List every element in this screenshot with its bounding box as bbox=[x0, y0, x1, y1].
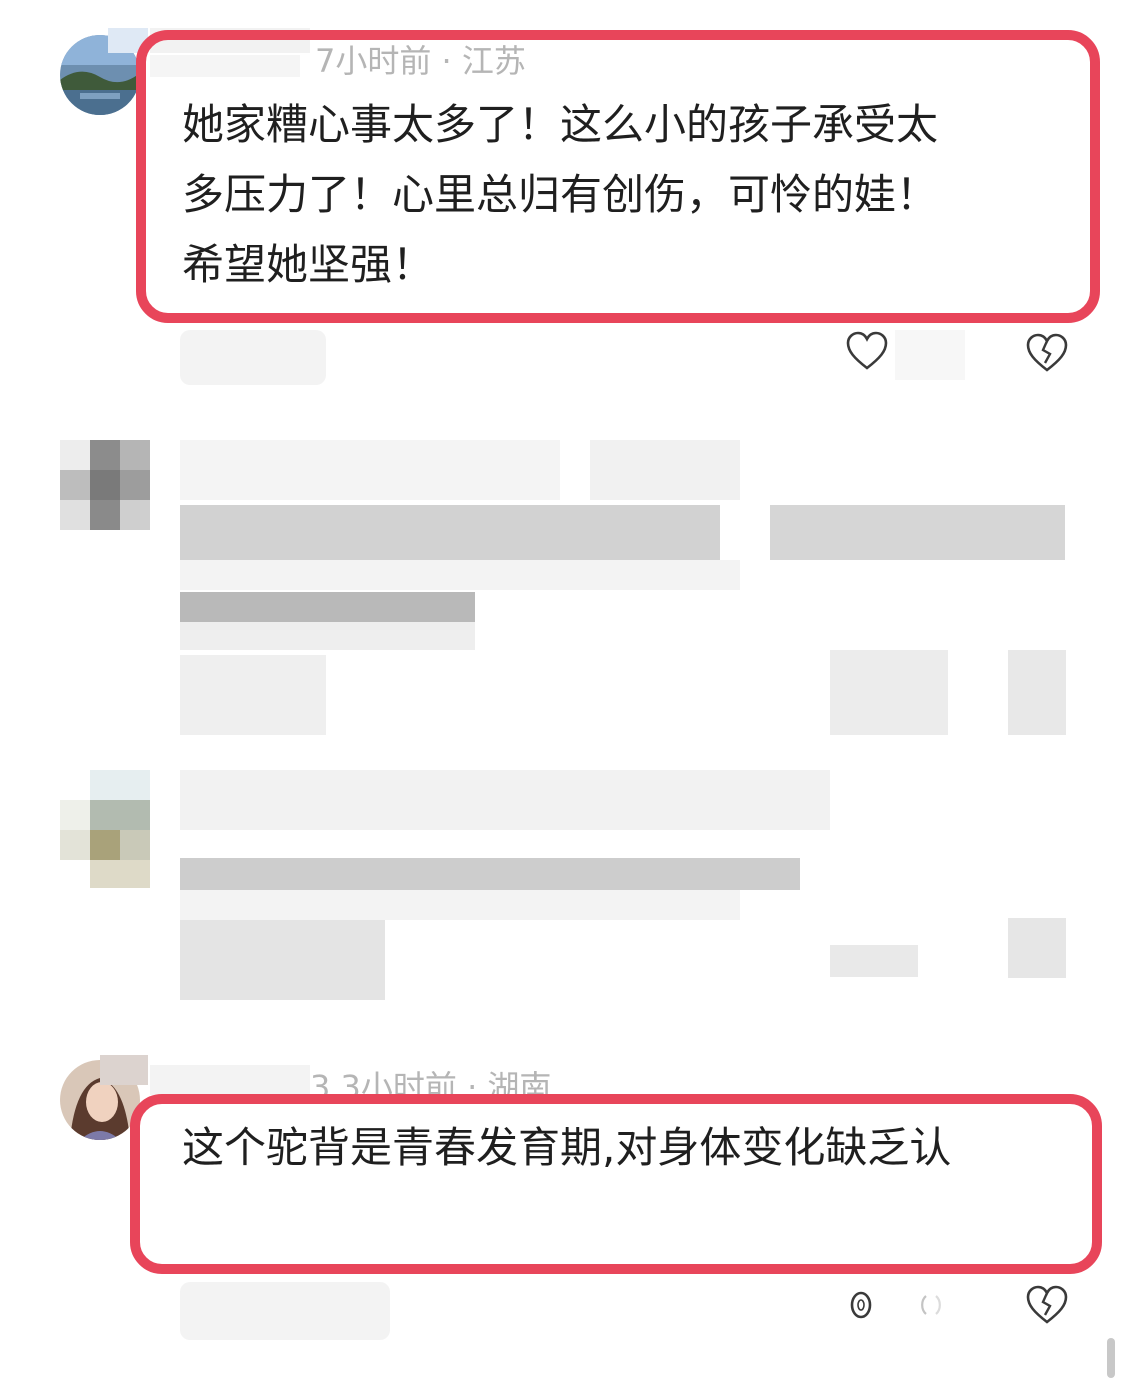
broken-heart-icon[interactable] bbox=[1008, 650, 1066, 735]
comment-line: 多压力了！心里总归有创伤，可怜的娃！ bbox=[182, 170, 939, 219]
broken-heart-icon[interactable] bbox=[1024, 1282, 1070, 1328]
heart-icon[interactable] bbox=[844, 328, 890, 374]
like-count bbox=[895, 330, 965, 380]
comment-line: 希望她坚强！ bbox=[182, 240, 435, 289]
spinner-icon bbox=[908, 1282, 954, 1328]
comment-line: 她家糟心事太多了！这么小的孩子承受太 bbox=[182, 100, 939, 149]
reply-button[interactable] bbox=[180, 330, 326, 385]
broken-heart-icon[interactable] bbox=[1008, 918, 1066, 978]
reply-button[interactable] bbox=[180, 920, 385, 1000]
comment-text: 她家糟心事太多了！这么小的孩子承受太 多压力了！心里总归有创伤，可怜的娃！ 希望… bbox=[182, 90, 938, 300]
broken-heart-icon[interactable] bbox=[1024, 330, 1070, 376]
heart-icon[interactable] bbox=[830, 945, 918, 977]
comment-text: 这个驼背是青春发育期,对身体变化缺乏认 bbox=[182, 1113, 951, 1183]
scrollbar[interactable] bbox=[1107, 1338, 1115, 1378]
comment-line: 这个驼背是青春发育期,对身体变化缺乏认 bbox=[182, 1123, 952, 1172]
reply-button[interactable] bbox=[180, 655, 326, 735]
spinner-icon bbox=[838, 1282, 884, 1328]
heart-icon[interactable] bbox=[830, 650, 948, 735]
reply-button[interactable] bbox=[180, 1282, 390, 1340]
